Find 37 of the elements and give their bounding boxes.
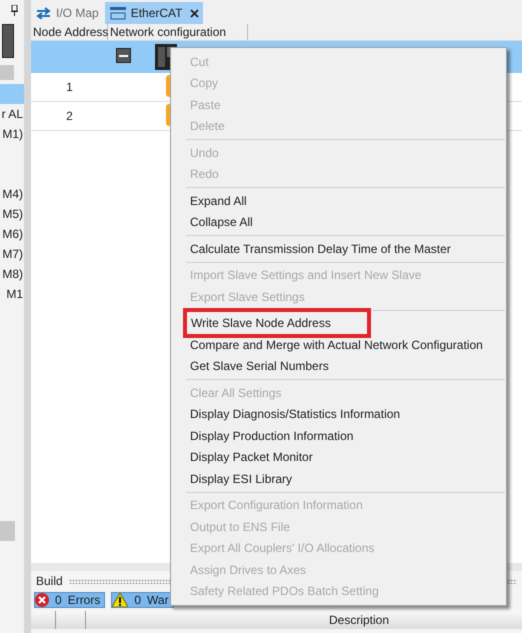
tree-item[interactable] (0, 84, 24, 104)
table-cell-text: 1 (65, 79, 74, 96)
column-header[interactable]: Network configuration (108, 24, 248, 40)
error-icon (35, 593, 49, 607)
menu-item[interactable]: Collapse All (171, 212, 506, 233)
splitter-bar[interactable] (24, 0, 31, 633)
menu-item[interactable]: Display Production Information (171, 425, 506, 446)
tree-item[interactable]: M6) (0, 224, 24, 244)
tree-item[interactable]: M4) (0, 184, 24, 204)
tree-item[interactable]: M1) (0, 124, 24, 144)
panel-button[interactable] (0, 65, 14, 80)
menu-item[interactable]: Calculate Transmission Delay Time of the Master (171, 238, 506, 260)
column-header[interactable]: Node Address (31, 24, 108, 40)
collapse-icon[interactable] (116, 48, 131, 63)
tab[interactable]: EtherCAT (104, 2, 204, 24)
pin-icon[interactable] (11, 5, 18, 16)
panel-button[interactable] (0, 521, 15, 541)
filter-button[interactable]: 0 Errors (34, 592, 106, 608)
menu-item[interactable]: Get Slave Serial Numbers (171, 356, 506, 377)
menu-item[interactable]: Display Packet Monitor (171, 446, 506, 468)
panel-title: Build (36, 573, 63, 590)
menu-item[interactable]: Compare and Merge with Actual Network Configuration (171, 334, 506, 356)
table-cell-text: 2 (65, 108, 74, 125)
swap-arrows-icon (35, 7, 52, 19)
close-icon[interactable] (190, 8, 200, 18)
warning-icon (112, 593, 128, 607)
device-icon (2, 24, 14, 58)
menu-item[interactable]: Display Diagnosis/Statistics Information (171, 404, 506, 425)
menu-item[interactable]: Expand All (171, 190, 506, 212)
tree-item[interactable]: M1 (0, 284, 24, 304)
column-header[interactable]: Description (329, 611, 390, 629)
tree-item[interactable]: r AL (0, 104, 24, 124)
tree-item[interactable]: M8) (0, 264, 24, 284)
menu-item[interactable]: Display ESI Library (171, 468, 506, 490)
tree-item[interactable]: M5) (0, 204, 24, 224)
tree-item[interactable]: M7) (0, 244, 24, 264)
filter-button[interactable]: 0 War (111, 592, 174, 608)
